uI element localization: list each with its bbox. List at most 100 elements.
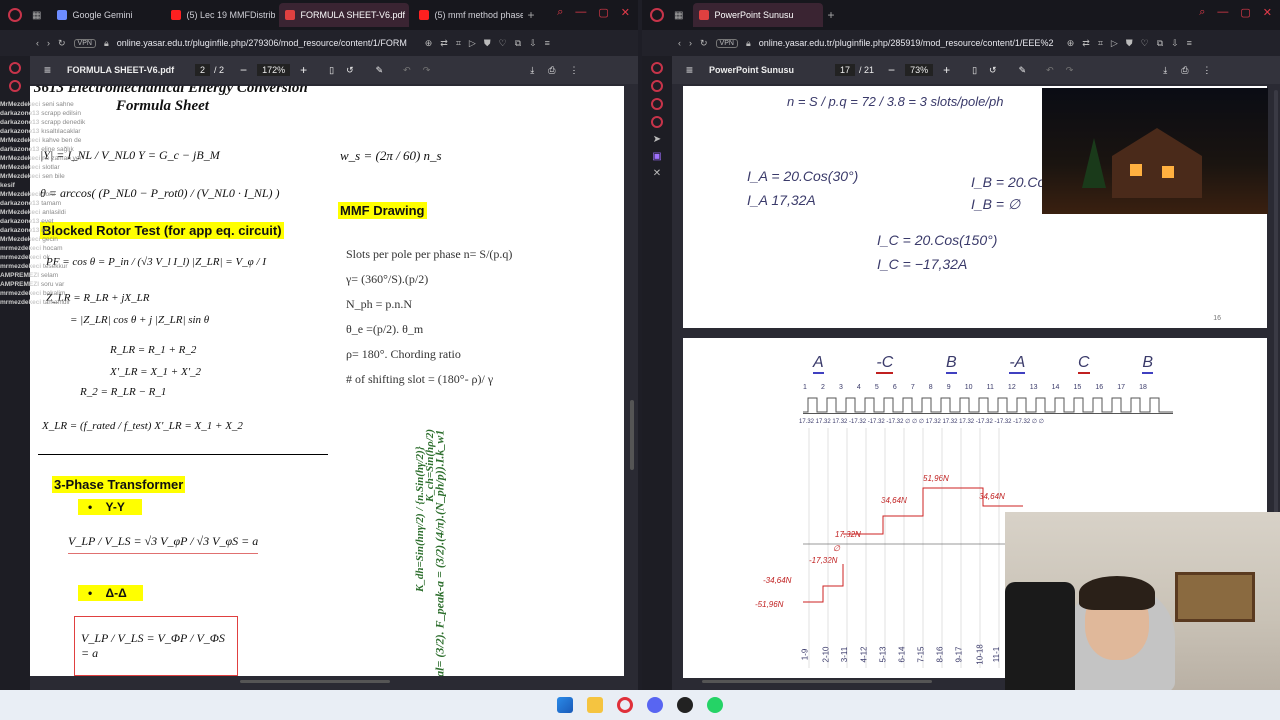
- screenshot-icon[interactable]: ⌗: [456, 38, 461, 49]
- heart-icon[interactable]: ♡: [1141, 38, 1149, 49]
- rotate-icon[interactable]: ↺: [346, 65, 354, 76]
- extensions-icon[interactable]: ⧉: [1157, 38, 1163, 49]
- menu-icon[interactable]: ≡: [545, 38, 550, 48]
- opera-browser-icon[interactable]: [617, 697, 633, 713]
- download-icon[interactable]: ⇩: [529, 38, 537, 49]
- tab-overview-icon[interactable]: ▦: [674, 10, 683, 21]
- heart-icon[interactable]: ♡: [499, 38, 507, 49]
- horizontal-scrollbar[interactable]: [240, 680, 390, 683]
- sidebar-x-icon[interactable]: ✕: [642, 168, 672, 179]
- tab-lec19[interactable]: (5) Lec 19 MMFDistrib: [165, 3, 275, 27]
- zoom-icon[interactable]: ⊕: [1067, 38, 1075, 49]
- redo-icon[interactable]: ↷: [1066, 65, 1074, 76]
- play-icon[interactable]: ▷: [1111, 38, 1118, 49]
- search-icon[interactable]: ⌕: [1199, 6, 1205, 19]
- vpn-badge[interactable]: VPN: [73, 38, 96, 48]
- sidebar-aria-icon[interactable]: [9, 80, 21, 92]
- reload-icon[interactable]: ↻: [700, 38, 708, 49]
- new-tab-button[interactable]: +: [527, 8, 534, 22]
- screenshot-icon[interactable]: ⌗: [1098, 38, 1103, 49]
- redo-icon[interactable]: ↷: [423, 65, 431, 76]
- shield-icon[interactable]: ⛊: [1126, 38, 1133, 49]
- whatsapp-icon[interactable]: [707, 697, 723, 713]
- pdf-menu-icon[interactable]: ≡: [44, 63, 51, 77]
- url-field[interactable]: online.yasar.edu.tr/pluginfile.php/27930…: [117, 38, 417, 48]
- zoom-icon[interactable]: ⊕: [425, 38, 433, 49]
- sidebar-aria-icon[interactable]: [651, 80, 663, 92]
- horizontal-scrollbar[interactable]: [702, 680, 932, 683]
- discord-icon[interactable]: [647, 697, 663, 713]
- forward-icon[interactable]: ›: [689, 38, 692, 48]
- minimize-button[interactable]: —: [575, 6, 586, 19]
- close-button[interactable]: ✕: [621, 6, 630, 19]
- page-number-input[interactable]: 17: [835, 64, 856, 76]
- shield-icon[interactable]: ⛊: [484, 38, 491, 49]
- close-button[interactable]: ✕: [1263, 6, 1272, 19]
- more-options-icon[interactable]: ⋮: [569, 65, 578, 76]
- video-overlay[interactable]: [1042, 88, 1268, 214]
- pdf-download-icon[interactable]: ⤓: [1163, 65, 1167, 76]
- tab-mmf-method[interactable]: (5) mmf method phase: [413, 3, 523, 27]
- zoom-level[interactable]: 172%: [257, 64, 291, 76]
- menu-icon[interactable]: ≡: [1187, 38, 1192, 48]
- maximize-button[interactable]: ▢: [1240, 6, 1250, 19]
- zoom-out-button[interactable]: −: [240, 63, 247, 77]
- zoom-in-button[interactable]: +: [300, 63, 307, 77]
- zoom-out-button[interactable]: −: [888, 63, 895, 77]
- back-icon[interactable]: ‹: [678, 38, 681, 48]
- undo-icon[interactable]: ↶: [403, 65, 411, 76]
- zoom-in-button[interactable]: +: [943, 63, 950, 77]
- search-icon[interactable]: ⌕: [557, 6, 563, 19]
- page-number-input[interactable]: 2: [195, 64, 211, 76]
- print-icon[interactable]: ⎙: [548, 65, 555, 76]
- sidebar-opera-icon[interactable]: [651, 62, 663, 74]
- url-field[interactable]: online.yasar.edu.tr/pluginfile.php/28591…: [759, 38, 1059, 48]
- x-axis-label: 7-15: [916, 646, 926, 663]
- tab-powerpoint[interactable]: PowerPoint Sunusu: [693, 3, 824, 27]
- pdf-download-icon[interactable]: ⤓: [530, 65, 534, 76]
- vertical-scrollbar[interactable]: [630, 400, 634, 470]
- opera-logo-icon[interactable]: [650, 8, 664, 22]
- maximize-button[interactable]: ▢: [598, 6, 608, 19]
- file-explorer-icon[interactable]: [587, 697, 603, 713]
- undo-icon[interactable]: ↶: [1046, 65, 1054, 76]
- sidebar-instagram-icon[interactable]: [651, 116, 663, 128]
- fit-page-icon[interactable]: ▯: [329, 65, 334, 76]
- download-icon[interactable]: ⇩: [1171, 38, 1179, 49]
- annotate-icon[interactable]: ✎: [376, 65, 384, 76]
- chat-text: slotlar: [42, 164, 60, 171]
- chrome-icon[interactable]: [677, 697, 693, 713]
- pdf-menu-icon[interactable]: ≡: [686, 63, 693, 77]
- extensions-icon[interactable]: ⧉: [515, 38, 521, 49]
- x-axis-label: 2-10: [821, 646, 831, 663]
- opera-logo-icon[interactable]: [8, 8, 22, 22]
- translate-icon[interactable]: ⇄: [1082, 38, 1090, 49]
- print-icon[interactable]: ⎙: [1181, 65, 1188, 76]
- handwriting-ib: I_B = 20.Co: [971, 174, 1046, 190]
- vpn-badge[interactable]: VPN: [715, 38, 738, 48]
- tab-google-gemini[interactable]: Google Gemini: [51, 3, 161, 27]
- tab-formula-sheet[interactable]: FORMULA SHEET-V6.pdf: [279, 3, 410, 27]
- sidebar-opera-icon[interactable]: [9, 62, 21, 74]
- sidebar-send-icon[interactable]: ➤: [642, 134, 672, 145]
- rotate-icon[interactable]: ↺: [989, 65, 997, 76]
- reload-icon[interactable]: ↻: [58, 38, 66, 49]
- tab-overview-icon[interactable]: ▦: [32, 10, 41, 21]
- sidebar-twitch-icon[interactable]: ▣: [642, 151, 672, 162]
- translate-icon[interactable]: ⇄: [440, 38, 448, 49]
- forward-icon[interactable]: ›: [47, 38, 50, 48]
- chat-username: MrMezdekeci: [0, 173, 41, 180]
- fit-page-icon[interactable]: ▯: [972, 65, 977, 76]
- annotate-icon[interactable]: ✎: [1019, 65, 1027, 76]
- back-icon[interactable]: ‹: [36, 38, 39, 48]
- zoom-level[interactable]: 73%: [905, 64, 934, 76]
- chat-text: bakalim: [43, 290, 66, 297]
- new-tab-button[interactable]: +: [827, 8, 834, 22]
- chat-username: darkazone13: [0, 218, 40, 225]
- more-options-icon[interactable]: ⋮: [1202, 65, 1211, 76]
- chat-message: MrMezdekeci ne zaman yer: [0, 154, 120, 163]
- play-icon[interactable]: ▷: [469, 38, 476, 49]
- windows-start-icon[interactable]: [557, 697, 573, 713]
- sidebar-messenger-icon[interactable]: [651, 98, 663, 110]
- minimize-button[interactable]: —: [1217, 6, 1228, 19]
